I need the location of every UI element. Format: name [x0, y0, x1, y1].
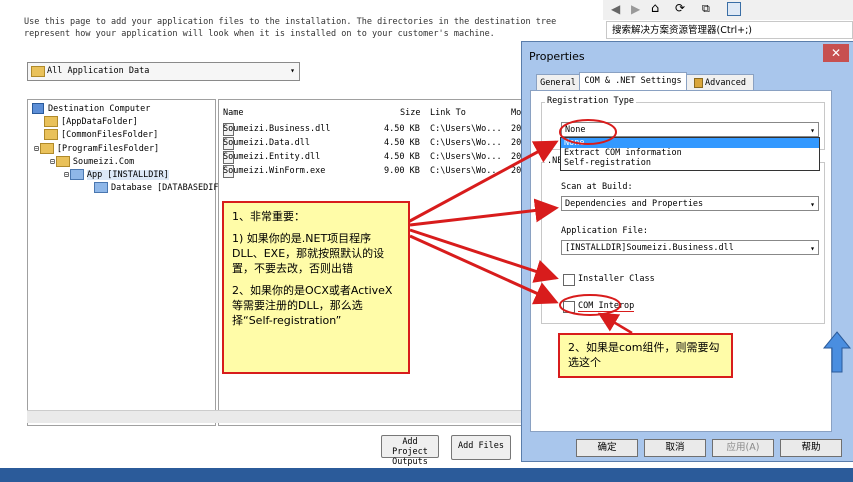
registration-type-select[interactable]: None ▾ [561, 122, 819, 137]
table-row[interactable]: Soumeizi.Data.dll 4.50 KB C:\Users\Wo...… [219, 137, 524, 150]
tab-general[interactable]: General [536, 74, 580, 91]
installer-class-checkbox[interactable] [563, 274, 575, 286]
help-button[interactable]: 帮助 [780, 439, 842, 457]
back-icon[interactable]: ◀ [611, 2, 620, 16]
add-project-outputs-button[interactable]: Add Project Outputs [381, 435, 439, 467]
page-description: Use this page to add your application fi… [24, 17, 557, 39]
tab-com-net-settings[interactable]: COM & .NET Settings [579, 72, 687, 91]
tab-advanced[interactable]: Advanced [686, 74, 754, 91]
destination-tree[interactable]: Destination Computer [AppDataFolder] [Co… [27, 99, 218, 426]
installer-class-label: Installer Class [578, 274, 655, 284]
option-extract-com-information[interactable]: Extract COM information [561, 148, 819, 158]
apply-button[interactable]: 应用(A) [712, 439, 774, 457]
chevron-down-icon: ▾ [810, 244, 815, 253]
com-interop-label: COM Interop [578, 301, 635, 312]
collapse-icon[interactable]: ⊟ [64, 170, 69, 179]
close-icon[interactable]: ✕ [823, 44, 849, 62]
table-row[interactable]: Soumeizi.Entity.dll 4.50 KB C:\Users\Wo.… [219, 151, 524, 164]
table-row[interactable]: Soumeizi.Business.dll 4.50 KB C:\Users\W… [219, 123, 524, 136]
cancel-button[interactable]: 取消 [644, 439, 706, 457]
tree-item-destination-computer[interactable]: Destination Computer [32, 103, 150, 116]
solution-explorer-toolbar: ◀ ▶ ⌂ ⟳ ⧉ [603, 0, 853, 20]
folder-icon [44, 129, 58, 140]
folder-icon [69, 169, 84, 180]
computer-icon [32, 103, 44, 114]
tree-item-commonfilesfolder[interactable]: [CommonFilesFolder] [44, 129, 158, 142]
tree-item-programfilesfolder[interactable]: ⊟ [ProgramFilesFolder] [34, 142, 159, 155]
collapse-icon[interactable]: ⊟ [50, 157, 55, 166]
dock-arrow-icon [822, 331, 852, 373]
option-self-registration[interactable]: Self-registration [561, 158, 819, 168]
forward-icon[interactable]: ▶ [631, 2, 640, 16]
column-header-size[interactable]: Size [400, 108, 420, 118]
column-header-link-to[interactable]: Link To [430, 108, 466, 118]
column-header-name[interactable]: Name [223, 108, 243, 118]
horizontal-scrollbar[interactable] [27, 410, 523, 423]
filter-dropdown-value: All Application Data [47, 66, 150, 76]
sync-icon[interactable]: ⟳ [675, 1, 685, 15]
annotation-heading: 1、非常重要： [232, 210, 305, 223]
folder-icon [44, 116, 58, 127]
chevron-down-icon: ▾ [290, 66, 295, 75]
tree-item-soumeizi-com[interactable]: ⊟ Soumeizi.Com [50, 155, 134, 168]
annotation-box-important: 1、非常重要： 1) 如果你的是.NET项目程序DLL、EXE，那就按照默认的设… [222, 201, 410, 374]
application-file-select[interactable]: [INSTALLDIR]Soumeizi.Business.dll ▾ [561, 240, 819, 255]
lock-icon [694, 77, 704, 88]
folder-icon [94, 182, 108, 193]
com-interop-checkbox[interactable] [563, 301, 575, 313]
ok-button[interactable]: 确定 [576, 439, 638, 457]
option-none[interactable]: None [561, 138, 819, 148]
solution-explorer-search-input[interactable]: 搜索解决方案资源管理器(Ctrl+;) [606, 21, 853, 39]
table-row[interactable]: Soumeizi.WinForm.exe 9.00 KB C:\Users\Wo… [219, 165, 524, 178]
home-icon[interactable]: ⌂ [651, 1, 659, 16]
taskbar [0, 468, 853, 482]
registration-type-options[interactable]: None Extract COM information Self-regist… [560, 137, 820, 171]
properties-dialog: Properties ✕ General COM & .NET Settings… [521, 41, 853, 462]
folder-icon [31, 66, 45, 77]
registration-type-label: Registration Type [545, 96, 636, 106]
filter-dropdown[interactable]: All Application Data ▾ [27, 62, 300, 81]
dialog-title: Properties [529, 50, 585, 63]
collapse-icon[interactable]: ⊟ [34, 144, 39, 153]
add-files-button[interactable]: Add Files [451, 435, 511, 460]
folder-icon [55, 156, 70, 167]
application-file-label: Application File: [561, 226, 648, 236]
collapse-all-icon[interactable]: ⧉ [702, 2, 710, 16]
tree-item-appdatafolder[interactable]: [AppDataFolder] [44, 116, 138, 129]
scan-at-build-select[interactable]: Dependencies and Properties ▾ [561, 196, 819, 211]
annotation-box-com: 2、如果是com组件，则需要勾选这个 [558, 333, 733, 378]
tree-item-database[interactable]: Database [DATABASEDIF [94, 182, 218, 195]
chevron-down-icon: ▾ [810, 126, 815, 135]
chevron-down-icon: ▾ [810, 200, 815, 209]
folder-icon [39, 143, 54, 154]
column-header-modified[interactable]: Mo [511, 108, 521, 118]
scan-at-build-label: Scan at Build: [561, 182, 633, 192]
pin-icon[interactable] [727, 2, 741, 16]
annotation-paragraph-1: 1) 如果你的是.NET项目程序DLL、EXE，那就按照默认的设置，不要去改，否… [232, 232, 385, 275]
annotation-paragraph-2: 2、如果你的是OCX或者ActiveX等需要注册的DLL，那么选择“Self-r… [232, 284, 393, 327]
tree-item-app-installdir[interactable]: ⊟ App [INSTALLDIR] [64, 168, 169, 181]
